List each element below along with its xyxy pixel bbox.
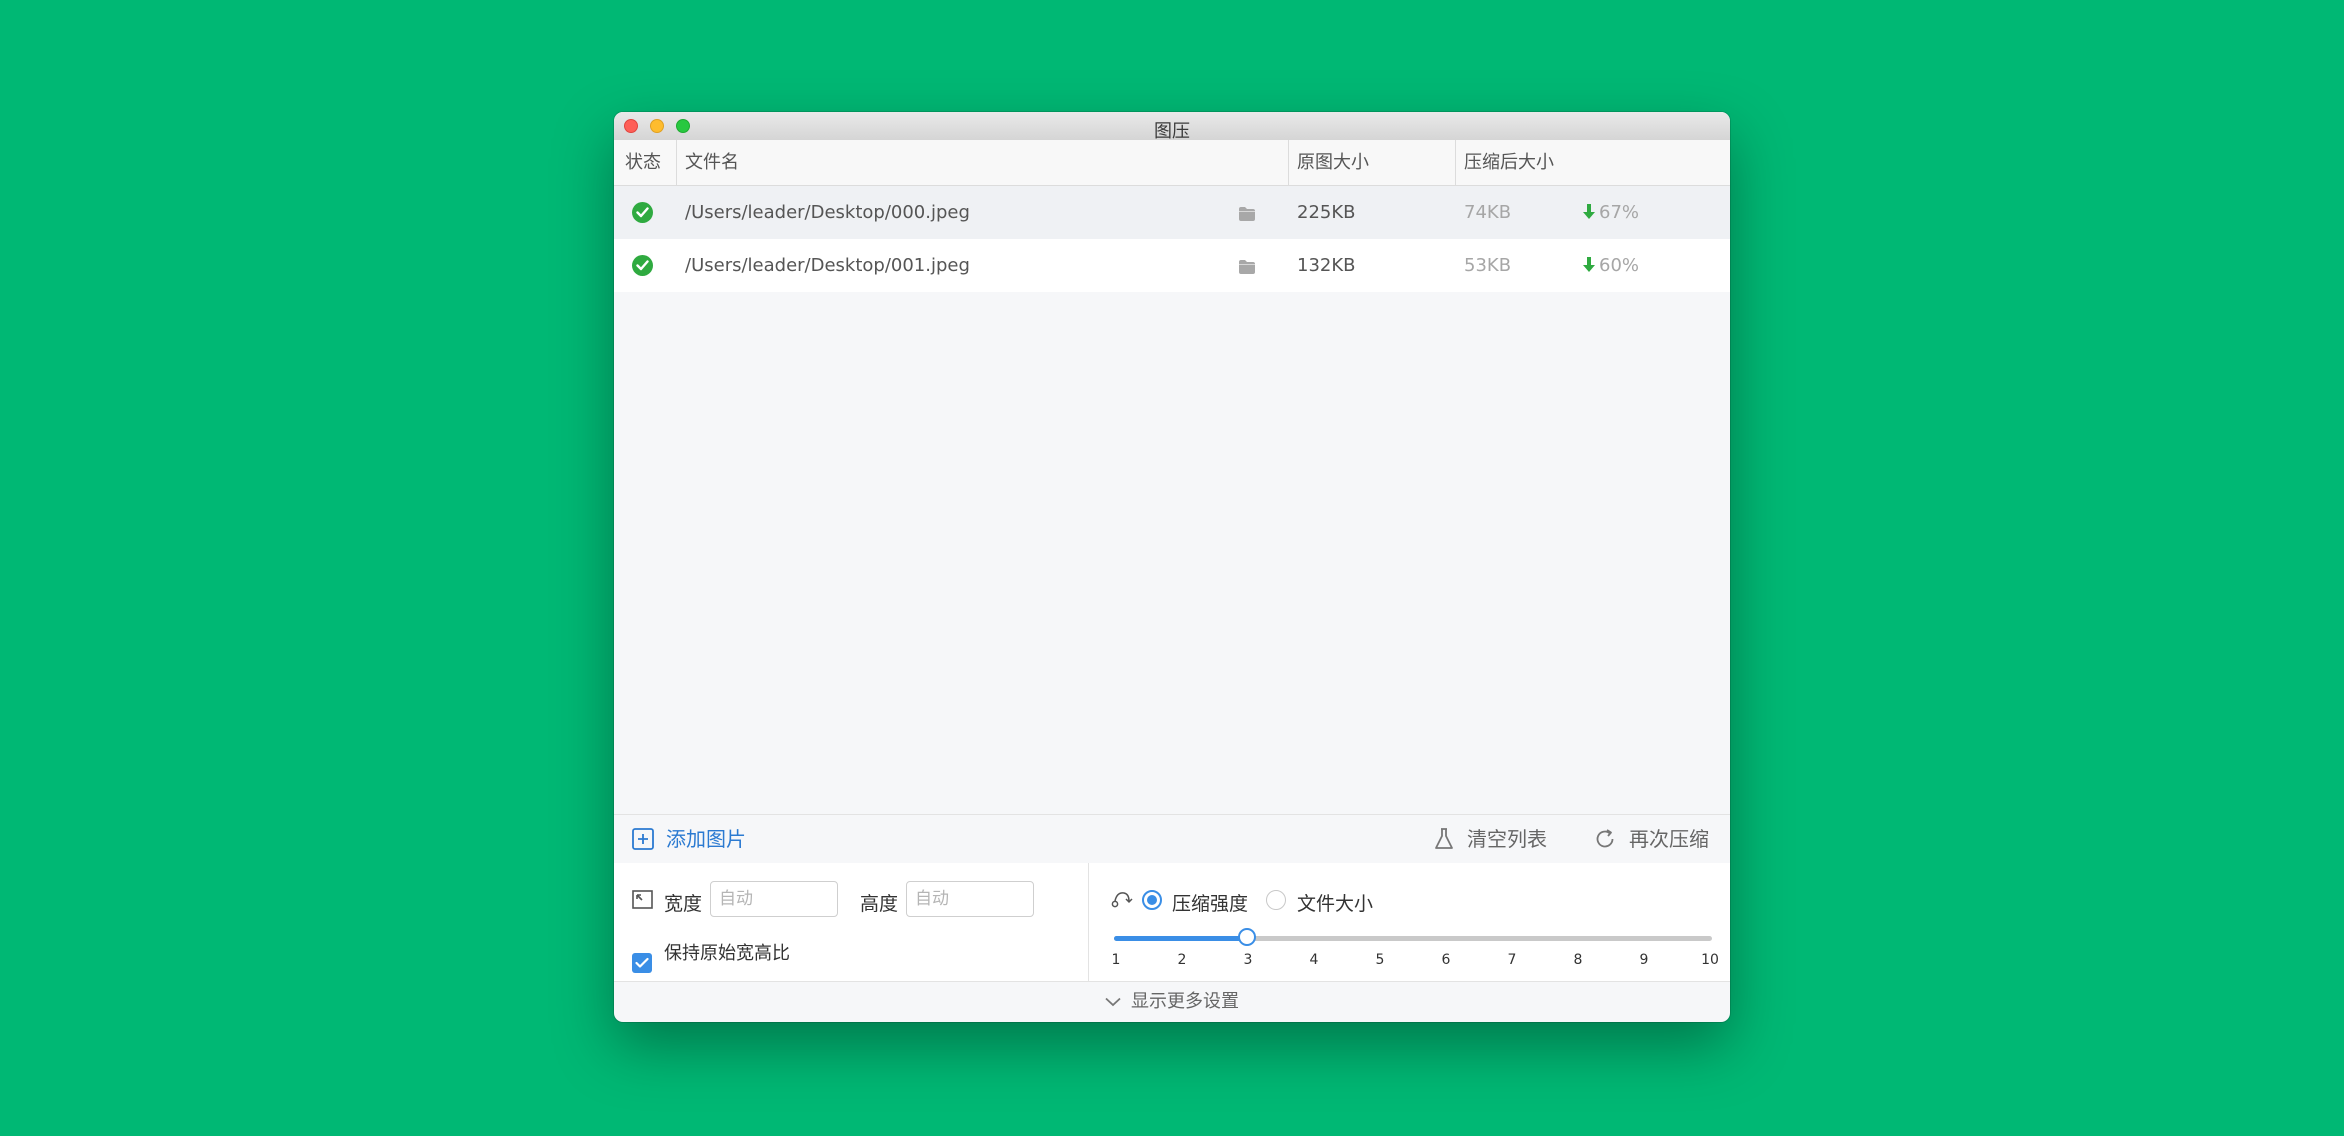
file-path: /Users/leader/Desktop/001.jpeg (685, 255, 970, 276)
panel-divider (1088, 863, 1089, 981)
action-toolbar: 添加图片 清空列表 再次压缩 (614, 814, 1730, 864)
refresh-icon (1596, 829, 1614, 848)
reduction-percent: 67% (1599, 202, 1640, 223)
check-circle-icon (632, 255, 653, 276)
slider-thumb[interactable] (1237, 928, 1256, 946)
width-label: 宽度 (664, 893, 703, 915)
column-divider[interactable] (1455, 140, 1456, 185)
compressed-size: 74KB (1464, 202, 1512, 223)
slider-tick-label: 3 (1243, 952, 1253, 968)
recompress-label: 再次压缩 (1629, 827, 1709, 851)
show-more-settings-button[interactable]: 显示更多设置 (614, 982, 1730, 1022)
resize-icon (632, 890, 653, 909)
keep-ratio-checkbox[interactable] (632, 953, 652, 973)
file-size-mode-label: 文件大小 (1297, 893, 1374, 915)
slider-tick-label: 4 (1309, 952, 1319, 968)
slider-tick-label: 7 (1507, 952, 1517, 968)
table-header: 状态 文件名 原图大小 压缩后大小 (614, 140, 1730, 186)
slider-fill (1114, 936, 1247, 941)
flask-icon (1435, 828, 1453, 849)
clear-list-button[interactable]: 清空列表 (1434, 815, 1547, 863)
arrow-down-icon (1583, 257, 1595, 272)
reduction-percent: 60% (1599, 255, 1640, 276)
table-row[interactable]: /Users/leader/Desktop/001.jpeg 132KB 53K… (614, 239, 1730, 292)
slider-tick-label: 9 (1639, 952, 1649, 968)
compressed-size: 53KB (1464, 255, 1512, 276)
add-image-button[interactable]: 添加图片 (632, 815, 746, 863)
column-divider[interactable] (676, 140, 677, 185)
title-bar: 图压 (614, 112, 1730, 142)
folder-icon[interactable] (1239, 258, 1255, 274)
strength-slider[interactable] (1114, 928, 1712, 946)
folder-icon[interactable] (1239, 205, 1255, 221)
check-circle-icon (632, 202, 653, 223)
size-reduction: 67% (1582, 186, 1639, 239)
size-reduction: 60% (1582, 239, 1639, 292)
file-path: /Users/leader/Desktop/000.jpeg (685, 202, 970, 223)
column-divider[interactable] (1288, 140, 1289, 185)
height-label: 高度 (860, 893, 899, 915)
slider-tick-label: 6 (1441, 952, 1451, 968)
strength-mode-radio[interactable] (1142, 890, 1162, 910)
settings-panel: 宽度 高度 保持原始宽高比 压缩强度 文件大小 (614, 863, 1730, 982)
chevron-down-icon (1105, 997, 1121, 1007)
arrow-down-icon (1583, 204, 1595, 219)
slider-tick-label: 8 (1573, 952, 1583, 968)
keep-ratio-label: 保持原始宽高比 (664, 943, 790, 964)
table-row[interactable]: /Users/leader/Desktop/000.jpeg 225KB 74K… (614, 186, 1730, 239)
column-header-original-size[interactable]: 原图大小 (1297, 140, 1369, 185)
strength-mode-label: 压缩强度 (1172, 893, 1249, 915)
plus-square-icon (632, 828, 654, 850)
original-size: 132KB (1297, 255, 1356, 276)
slider-tick-label: 10 (1701, 952, 1719, 968)
clear-list-label: 清空列表 (1467, 827, 1547, 851)
file-size-mode-radio[interactable] (1266, 890, 1286, 910)
original-size: 225KB (1297, 202, 1356, 223)
app-window: 图压 状态 文件名 原图大小 压缩后大小 /Users/leader/Deskt… (614, 112, 1730, 1022)
column-header-compressed-size[interactable]: 压缩后大小 (1464, 140, 1554, 185)
width-input[interactable] (710, 881, 838, 917)
add-image-label: 添加图片 (666, 827, 746, 851)
column-header-status[interactable]: 状态 (625, 140, 661, 185)
slider-tick-label: 1 (1111, 952, 1121, 968)
compress-mode-icon (1111, 892, 1133, 908)
slider-tick-label: 2 (1177, 952, 1187, 968)
slider-tick-label: 5 (1375, 952, 1385, 968)
recompress-button[interactable]: 再次压缩 (1594, 815, 1709, 863)
show-more-settings-label: 显示更多设置 (1131, 991, 1239, 1012)
column-header-filename[interactable]: 文件名 (685, 140, 739, 185)
height-input[interactable] (906, 881, 1034, 917)
